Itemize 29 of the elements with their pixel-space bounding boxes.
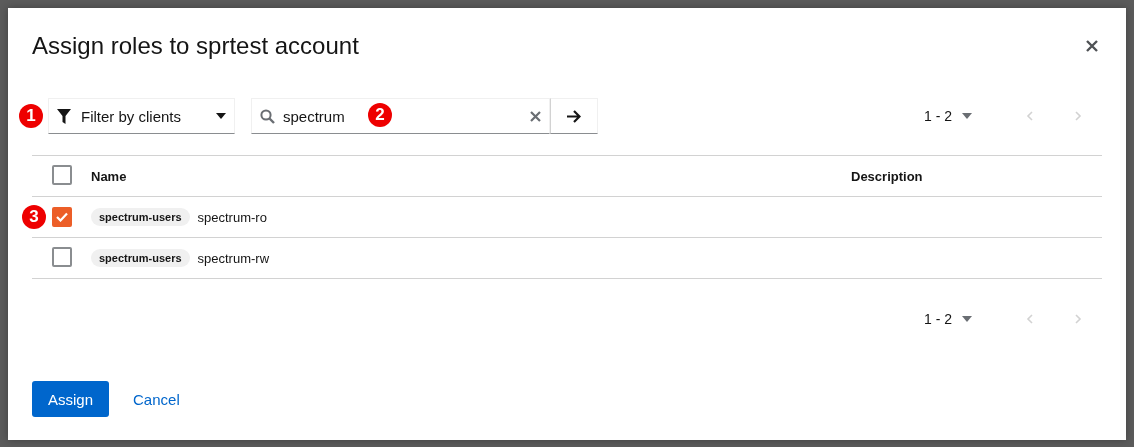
annotation-marker: 3 — [22, 205, 46, 229]
search-submit-button[interactable] — [550, 98, 598, 134]
caret-icon — [962, 113, 972, 119]
cancel-link[interactable]: Cancel — [117, 381, 196, 417]
column-header: Name — [91, 168, 127, 184]
pagination-dropdown[interactable]: 1 - 2 — [916, 303, 980, 335]
client-label: spectrum-users — [91, 208, 190, 226]
filter-label: Filter by clients — [81, 107, 183, 125]
checkbox[interactable] — [51, 246, 72, 267]
clear-icon[interactable] — [530, 110, 541, 122]
role-name: spectrum-ro — [197, 209, 267, 225]
assign-button[interactable]: Assign — [32, 381, 110, 417]
check-icon — [55, 212, 68, 222]
role-name: spectrum-rw — [197, 250, 270, 266]
client-label: spectrum-users — [91, 249, 190, 267]
column-header: Description — [851, 168, 923, 184]
caret-icon — [962, 316, 972, 322]
arrow-icon — [567, 109, 581, 123]
annotation-marker: 2 — [368, 103, 392, 127]
filter-dropdown[interactable]: Filter by clients — [48, 98, 235, 134]
checkbox[interactable] — [51, 164, 72, 185]
checkbox[interactable] — [51, 207, 72, 227]
pagination-dropdown[interactable]: 1 - 2 — [916, 100, 980, 132]
dialog-title: Assign roles to sprtest account — [32, 32, 359, 60]
caret-icon — [216, 113, 226, 119]
search-field[interactable]: spectrum 2 — [251, 98, 550, 134]
annotation-marker: 1 — [19, 104, 43, 128]
filter-icon — [57, 108, 71, 124]
search-icon — [260, 108, 275, 124]
